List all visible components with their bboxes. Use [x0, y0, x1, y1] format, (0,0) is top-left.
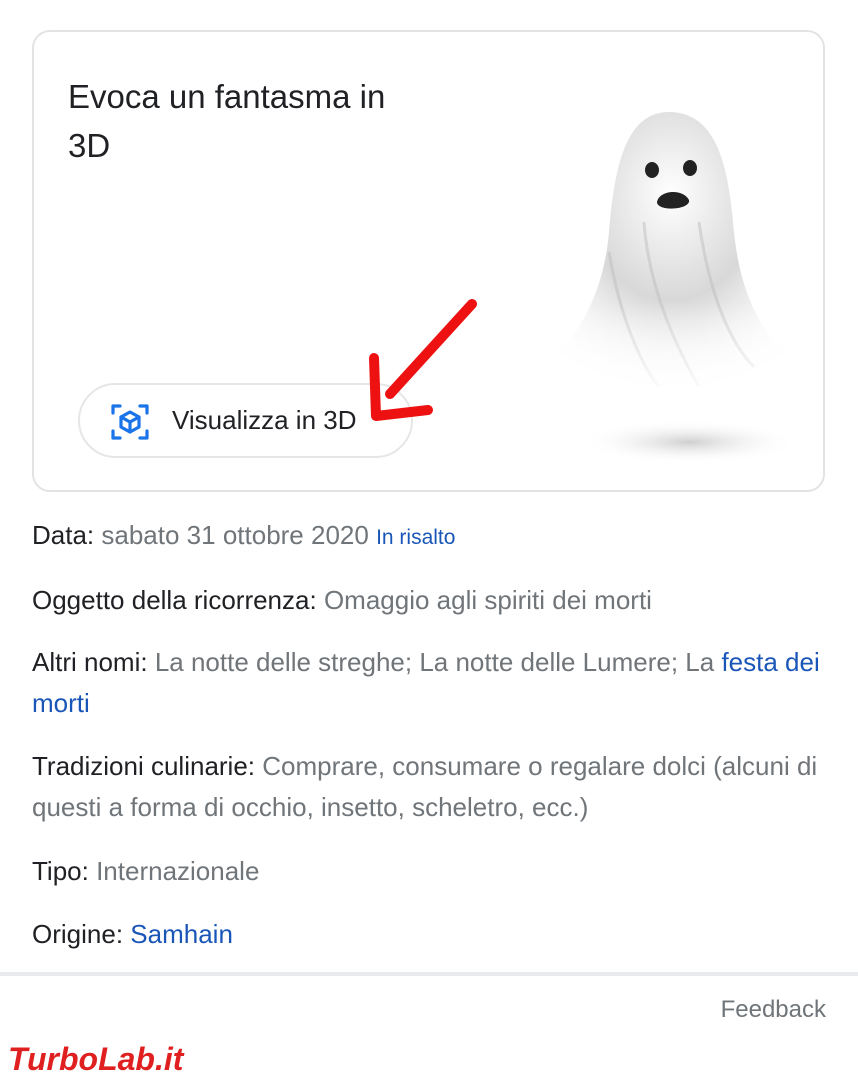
fact-type: Tipo: Internazionale [32, 851, 259, 892]
svg-text:TurboLab.it: TurboLab.it [8, 1041, 185, 1077]
card-title: Evoca un fantasma in 3D [68, 78, 386, 164]
fact-other-names: Altri nomi: La notte delle streghe; La n… [32, 642, 822, 724]
fact-other-names-value: La notte delle streghe; La notte delle L… [154, 647, 715, 677]
view-in-3d-label: Visualizza in 3D [172, 405, 357, 435]
fact-origin: Origine: Samhain [32, 914, 233, 955]
ghost-illustration [549, 112, 799, 464]
fact-date-tag[interactable]: In risalto [376, 526, 455, 549]
fact-occasion: Oggetto della ricorrenza: Omaggio agli s… [32, 580, 652, 621]
fact-origin-label: Origine: [32, 919, 124, 949]
halloween-3d-card: Evoca un fantasma in 3D Visualizza in 3D [32, 30, 825, 492]
fact-date-label: Data: [32, 520, 95, 550]
3d-cube-icon [110, 403, 150, 441]
fact-other-names-label: Altri nomi: [32, 647, 148, 677]
fact-origin-link[interactable]: Samhain [130, 919, 233, 949]
feedback-link[interactable]: Feedback [721, 996, 826, 1024]
fact-occasion-label: Oggetto della ricorrenza: [32, 585, 317, 615]
fact-food: Tradizioni culinarie: Comprare, consumar… [32, 746, 822, 828]
fact-type-value: Internazionale [96, 856, 260, 886]
view-in-3d-button[interactable]: Visualizza in 3D [78, 383, 413, 458]
ghost-image[interactable] [549, 102, 799, 472]
section-divider [0, 972, 858, 976]
fact-date-value: sabato 31 ottobre 2020 [101, 520, 369, 550]
fact-occasion-value: Omaggio agli spiriti dei morti [323, 585, 652, 615]
fact-type-label: Tipo: [32, 856, 89, 886]
turbolab-watermark-logo: TurboLab.it [4, 1036, 224, 1080]
fact-food-label: Tradizioni culinarie: [32, 751, 256, 781]
fact-date: Data: sabato 31 ottobre 2020 In risalto [32, 515, 455, 558]
